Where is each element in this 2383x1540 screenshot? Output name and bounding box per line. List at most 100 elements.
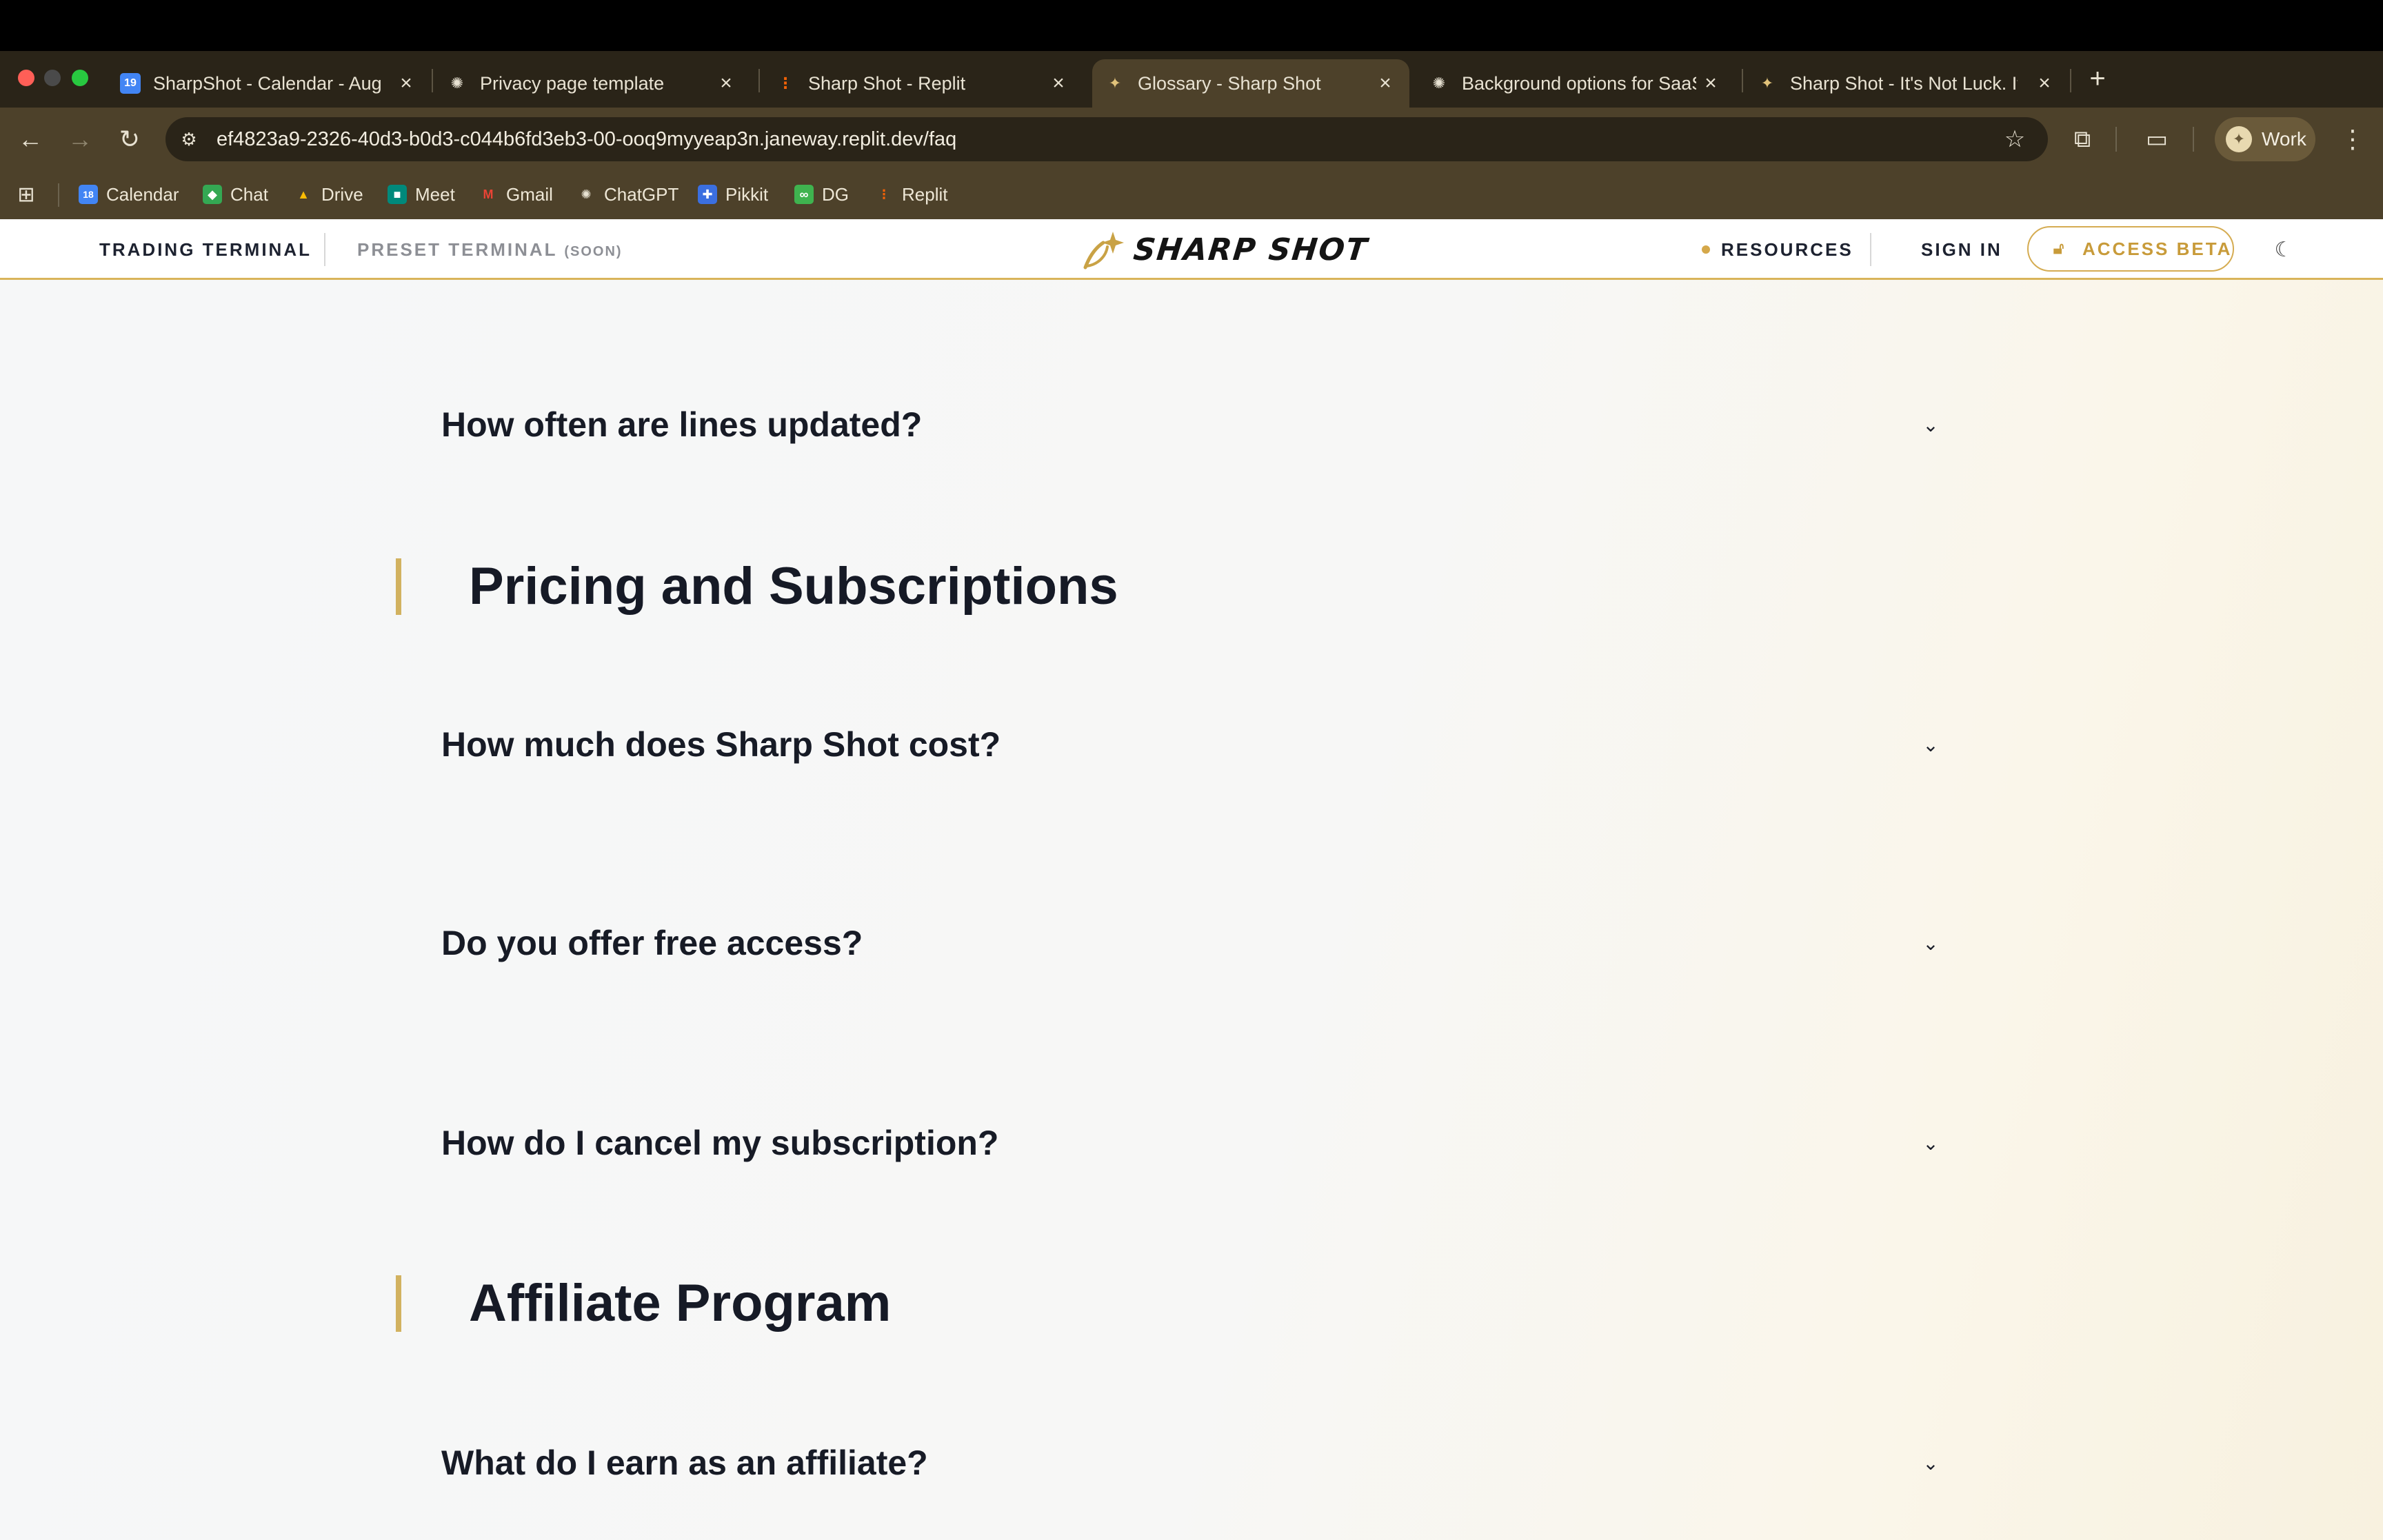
- screen-top-bar: [0, 0, 2383, 51]
- tab-label: Background options for SaaS: [1462, 72, 1696, 94]
- close-icon[interactable]: ×: [1047, 72, 1070, 95]
- bookmark-calendar[interactable]: 18 Calendar: [79, 181, 179, 208]
- toolbar-divider: [2115, 127, 2117, 152]
- logo-wordmark: SHARP SHOT: [1132, 232, 1370, 267]
- bookmark-chatgpt[interactable]: ✺ ChatGPT: [576, 181, 678, 208]
- dark-mode-toggle-icon[interactable]: ☾: [2269, 234, 2299, 265]
- replit-icon: ⋮: [778, 74, 793, 92]
- section-title-affiliate: Affiliate Program: [469, 1274, 892, 1333]
- access-beta-label: ACCESS BETA: [2082, 238, 2233, 259]
- nav-sign-in[interactable]: SIGN IN: [1921, 239, 2002, 261]
- tab-label: Privacy page template: [480, 72, 665, 94]
- calendar-icon: 18: [79, 185, 98, 204]
- pikkit-icon: ✚: [698, 185, 717, 204]
- window-zoom-button[interactable]: [72, 70, 88, 86]
- section-accent-bar: [396, 558, 401, 615]
- close-icon[interactable]: ×: [1699, 72, 1722, 95]
- bookmark-label: Calendar: [106, 183, 179, 205]
- tab-privacy-page[interactable]: ✺ Privacy page template ×: [447, 59, 750, 108]
- tab-glossary-active[interactable]: ✦ Glossary - Sharp Shot ×: [1092, 59, 1409, 108]
- sharpshot-logo-icon: [1083, 232, 1124, 270]
- nav-divider: [1870, 233, 1871, 266]
- bookmark-label: Replit: [902, 183, 948, 205]
- bookmark-replit[interactable]: ⋮ Replit: [874, 181, 947, 208]
- window-close-button[interactable]: [18, 70, 34, 86]
- bookmark-label: Meet: [415, 183, 455, 205]
- lock-icon: 🔓︎: [2053, 239, 2067, 258]
- chevron-down-icon[interactable]: ⌄: [1917, 1449, 1944, 1477]
- bookmark-chat[interactable]: ◆ Chat: [203, 181, 268, 208]
- tab-calendar[interactable]: 19 SharpShot - Calendar - Augu ×: [116, 59, 430, 108]
- section-accent-bar: [396, 1275, 401, 1332]
- bookmark-drive[interactable]: ▲ Drive: [294, 181, 363, 208]
- url-text[interactable]: ef4823a9-2326-40d3-b0d3-c044b6fd3eb3-00-…: [217, 127, 956, 152]
- faq-page: TRADING TERMINAL PRESET TERMINAL (SOON) …: [0, 219, 2383, 1540]
- window-minimize-button[interactable]: [44, 70, 61, 86]
- faq-question[interactable]: How do I cancel my subscription?: [441, 1122, 998, 1164]
- reload-icon[interactable]: ↻: [113, 123, 146, 156]
- nav-preset-terminal[interactable]: PRESET TERMINAL (SOON): [357, 239, 623, 263]
- tab-replit[interactable]: ⋮ Sharp Shot - Replit ×: [775, 59, 1083, 108]
- chevron-down-icon[interactable]: ⌄: [1917, 411, 1944, 438]
- tab-background-options[interactable]: ✺ Background options for SaaS ×: [1429, 59, 1735, 108]
- bookmark-label: Chat: [230, 183, 268, 205]
- resources-dot: [1702, 245, 1710, 254]
- faq-question[interactable]: Do you offer free access?: [441, 922, 863, 964]
- toolbar-divider: [2193, 127, 2194, 152]
- tab-label: Sharp Shot - Replit: [808, 72, 966, 94]
- close-icon[interactable]: ×: [394, 72, 418, 95]
- tab-label: SharpShot - Calendar - Augu: [153, 72, 381, 94]
- bookmark-meet[interactable]: ■ Meet: [388, 181, 455, 208]
- close-icon[interactable]: ×: [1374, 72, 1397, 95]
- calendar-icon: 19: [120, 73, 141, 94]
- tab-sharpshot-home[interactable]: ✦ Sharp Shot - It's Not Luck. It' ×: [1757, 59, 2069, 108]
- replit-icon: ⋮: [878, 187, 890, 201]
- bookmark-label: DG: [822, 183, 849, 205]
- bookmark-star-icon[interactable]: ☆: [2000, 124, 2030, 154]
- bookmark-dg[interactable]: ∞ DG: [794, 181, 849, 208]
- back-arrow-icon[interactable]: ←: [14, 123, 47, 156]
- bookmark-label: Drive: [321, 183, 363, 205]
- faq-question[interactable]: How much does Sharp Shot cost?: [441, 724, 1001, 765]
- chevron-down-icon[interactable]: ⌄: [1917, 1129, 1944, 1157]
- site-logo[interactable]: SHARP SHOT: [1080, 227, 1370, 272]
- bookmark-gmail[interactable]: M Gmail: [479, 181, 553, 208]
- bookmark-pikkit[interactable]: ✚ Pikkit: [698, 181, 768, 208]
- bookmark-label: ChatGPT: [604, 183, 679, 205]
- soon-badge: (SOON): [564, 244, 623, 259]
- close-icon[interactable]: ×: [2033, 72, 2056, 95]
- access-beta-button[interactable]: 🔓︎ ACCESS BETA: [2027, 226, 2234, 272]
- nav-trading-terminal[interactable]: TRADING TERMINAL: [99, 239, 312, 261]
- chatgpt-icon: ✺: [581, 187, 592, 201]
- apps-grid-icon[interactable]: ⊞: [14, 182, 39, 207]
- tab-divider: [1742, 69, 1743, 92]
- chevron-down-icon[interactable]: ⌄: [1917, 731, 1944, 758]
- chatgpt-icon: ✺: [450, 74, 464, 92]
- nav-resources[interactable]: RESOURCES: [1721, 239, 1853, 261]
- faq-question[interactable]: What do I earn as an affiliate?: [441, 1442, 928, 1483]
- dg-icon: ∞: [794, 185, 814, 204]
- profile-label: Work: [2262, 128, 2306, 150]
- faq-question[interactable]: How often are lines updated?: [441, 404, 922, 445]
- tab-label: Sharp Shot - It's Not Luck. It': [1790, 72, 2018, 94]
- sharpshot-icon: ✦: [1760, 74, 1774, 92]
- site-settings-icon[interactable]: ⚙: [177, 127, 201, 152]
- forward-arrow-icon[interactable]: →: [63, 123, 97, 156]
- meet-icon: ■: [388, 185, 407, 204]
- profile-button[interactable]: ✦ Work: [2215, 117, 2315, 161]
- bookmark-label: Pikkit: [725, 183, 769, 205]
- section-title-pricing: Pricing and Subscriptions: [469, 557, 1118, 616]
- close-icon[interactable]: ×: [714, 72, 738, 95]
- bookmark-label: Gmail: [506, 183, 553, 205]
- chevron-down-icon[interactable]: ⌄: [1917, 929, 1944, 957]
- chatgpt-icon: ✺: [1432, 74, 1446, 92]
- browser-menu-icon[interactable]: ⋮: [2339, 123, 2366, 156]
- tab-divider: [758, 69, 760, 92]
- tab-divider: [2070, 69, 2071, 92]
- new-tab-button[interactable]: +: [2082, 63, 2113, 94]
- drive-icon: ▲: [297, 187, 310, 201]
- bookmarks-divider: [58, 183, 59, 207]
- nav-divider: [324, 233, 325, 266]
- cast-search-icon[interactable]: ▭: [2140, 123, 2173, 156]
- extensions-icon[interactable]: ⧉: [2066, 123, 2099, 156]
